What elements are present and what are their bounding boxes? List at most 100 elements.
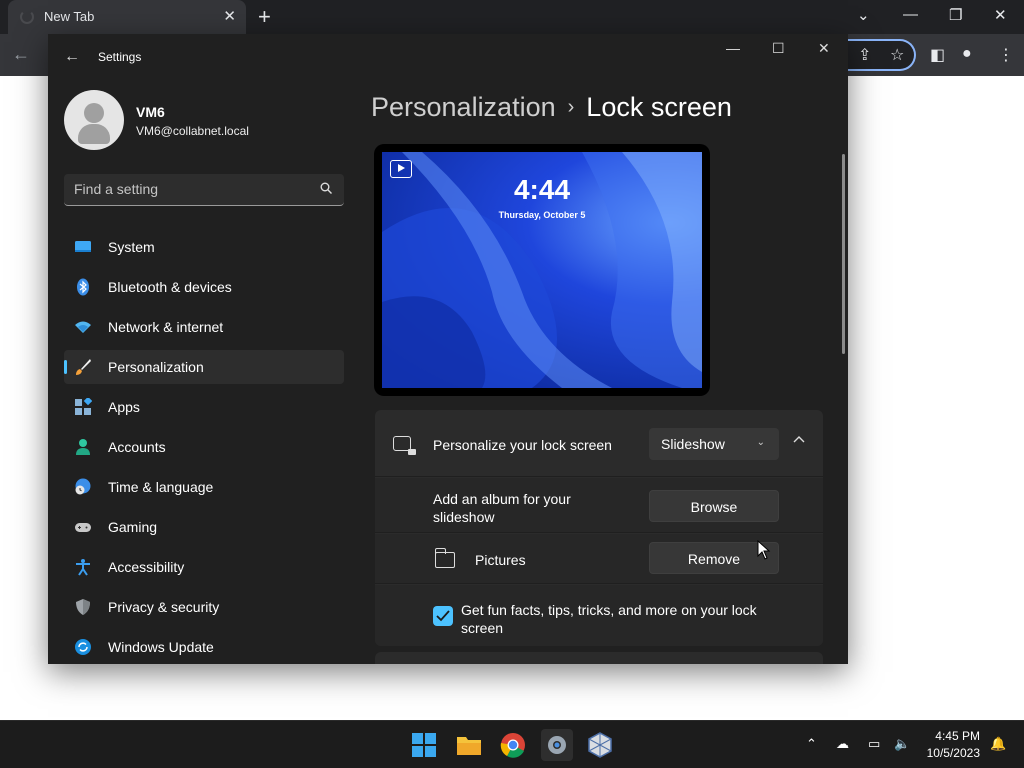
sidebar-item-label: Accessibility [108, 559, 185, 575]
add-album-row: Add an album for your slideshow Browse [375, 478, 823, 533]
sidebar-item-gaming[interactable]: Gaming [64, 510, 344, 544]
bluetooth-icon [77, 278, 89, 296]
sidebar-item-label: Personalization [108, 359, 204, 375]
close-icon[interactable]: ✕ [818, 40, 830, 57]
lock-screen-type-dropdown[interactable]: Slideshow ⌄ [649, 428, 779, 460]
sidebar-item-label: Apps [108, 399, 140, 415]
lock-screen-preview: 4:44 Thursday, October 5 [374, 144, 710, 396]
chrome-icon [500, 733, 525, 758]
lock-screen-settings-card: Personalize your lock screen Slideshow ⌄… [375, 410, 823, 646]
minimize-browser-icon[interactable]: — [903, 6, 918, 23]
wifi-icon [75, 321, 91, 333]
share-icon[interactable]: ⇪ [858, 45, 871, 65]
side-panel-icon[interactable]: ◧ [930, 45, 945, 65]
browser-menu-icon[interactable]: ⋮ [998, 45, 1014, 65]
notification-bell-icon[interactable]: 🔔 [990, 736, 1006, 752]
close-tab-icon[interactable]: ✕ [223, 7, 236, 25]
sidebar-item-privacy[interactable]: Privacy & security [64, 590, 344, 624]
window-title: Settings [98, 50, 142, 64]
accounts-icon [76, 439, 90, 455]
profile-icon[interactable]: ● [962, 45, 972, 63]
settings-icon [548, 736, 566, 754]
avatar[interactable] [64, 90, 124, 150]
search-icon[interactable] [320, 182, 332, 194]
sidebar-item-accounts[interactable]: Accounts [64, 430, 344, 464]
sidebar-item-label: Time & language [108, 479, 214, 495]
brush-icon [76, 359, 91, 375]
lock-screen-time: 4:44 [513, 174, 571, 205]
mouse-cursor-icon [757, 540, 771, 560]
globe-clock-icon [75, 478, 91, 495]
file-explorer-button[interactable] [453, 729, 485, 761]
sidebar-item-label: Gaming [108, 519, 158, 535]
accessibility-icon [76, 559, 90, 576]
loading-icon [20, 10, 34, 24]
lock-screen-date: Thursday, October 5 [498, 210, 586, 220]
sidebar-item-bluetooth[interactable]: Bluetooth & devices [64, 270, 344, 304]
browser-back-icon[interactable]: ← [12, 44, 30, 65]
sidebar-item-accessibility[interactable]: Accessibility [64, 550, 344, 584]
restore-browser-icon[interactable]: ❐ [949, 6, 962, 24]
checkmark-icon [436, 610, 450, 622]
chevron-down-icon: ⌄ [756, 437, 765, 448]
new-tab-button[interactable]: + [258, 4, 271, 30]
bookmark-star-icon[interactable]: ☆ [890, 45, 904, 65]
user-name: VM6 [136, 104, 165, 120]
shield-icon [76, 599, 90, 615]
search-input[interactable] [74, 181, 304, 197]
tips-row: Get fun facts, tips, tricks, and more on… [375, 585, 823, 646]
start-button[interactable] [408, 729, 440, 761]
minimize-icon[interactable]: — [726, 40, 740, 56]
sidebar-item-network[interactable]: Network & internet [64, 310, 344, 344]
settings-window: ← Settings — ☐ ✕ VM6 VM6@collabnet.local… [48, 34, 848, 664]
browse-button[interactable]: Browse [649, 490, 779, 522]
sidebar-item-time-language[interactable]: Time & language [64, 470, 344, 504]
breadcrumb: Personalization › Lock screen [371, 92, 732, 123]
scrollbar[interactable] [842, 154, 845, 354]
sidebar-item-label: Bluetooth & devices [108, 279, 232, 295]
chevron-up-icon[interactable] [793, 434, 805, 446]
personalize-lock-screen-label: Personalize your lock screen [433, 437, 612, 453]
breadcrumb-parent[interactable]: Personalization [371, 92, 556, 122]
browser-tab-title: New Tab [44, 9, 95, 24]
sidebar-item-apps[interactable]: Apps [64, 390, 344, 424]
next-settings-card [375, 652, 823, 664]
maximize-icon[interactable]: ☐ [772, 40, 785, 57]
taskbar-time[interactable]: 4:45 PM [928, 729, 980, 743]
address-bar[interactable] [840, 39, 916, 71]
browser-tab[interactable]: New Tab ✕ [8, 0, 246, 34]
chrome-button[interactable] [497, 729, 529, 761]
apps-icon [75, 398, 92, 415]
virtualbox-icon [588, 732, 612, 758]
show-hidden-icons-icon[interactable]: ⌃ [806, 736, 817, 752]
sidebar-item-label: Privacy & security [108, 599, 220, 615]
update-icon [75, 639, 91, 655]
sidebar-item-system[interactable]: System [64, 230, 344, 264]
tab-search-icon[interactable]: ⌄ [857, 6, 870, 24]
file-explorer-icon [457, 737, 481, 755]
start-icon [412, 733, 436, 757]
album-folder-row: Pictures Remove [375, 534, 823, 584]
volume-muted-icon[interactable]: 🔈 [894, 736, 910, 752]
sidebar-item-label: Accounts [108, 439, 166, 455]
sidebar-item-label: Windows Update [108, 639, 214, 655]
sidebar-item-personalization[interactable]: Personalization [64, 350, 344, 384]
sidebar-item-windows-update[interactable]: Windows Update [64, 630, 344, 664]
dropdown-value: Slideshow [661, 436, 725, 452]
add-album-label: Add an album for your slideshow [433, 491, 571, 525]
onedrive-icon[interactable]: ☁ [836, 736, 849, 752]
back-arrow-icon[interactable]: ← [64, 48, 80, 66]
close-browser-icon[interactable]: ✕ [994, 6, 1007, 24]
settings-button[interactable] [541, 729, 573, 761]
taskbar-date[interactable]: 10/5/2023 [920, 746, 980, 760]
page-title: Lock screen [586, 92, 732, 122]
gamepad-icon [75, 523, 91, 532]
sidebar-item-label: System [108, 239, 155, 255]
virtualbox-button[interactable] [584, 729, 616, 761]
search-box[interactable] [64, 174, 344, 206]
tips-checkbox[interactable] [433, 606, 453, 626]
lock-screen-icon [393, 436, 416, 455]
personalize-lock-screen-row[interactable]: Personalize your lock screen Slideshow ⌄ [375, 410, 823, 477]
folder-icon [434, 548, 455, 568]
network-icon[interactable]: ▭ [868, 736, 880, 752]
